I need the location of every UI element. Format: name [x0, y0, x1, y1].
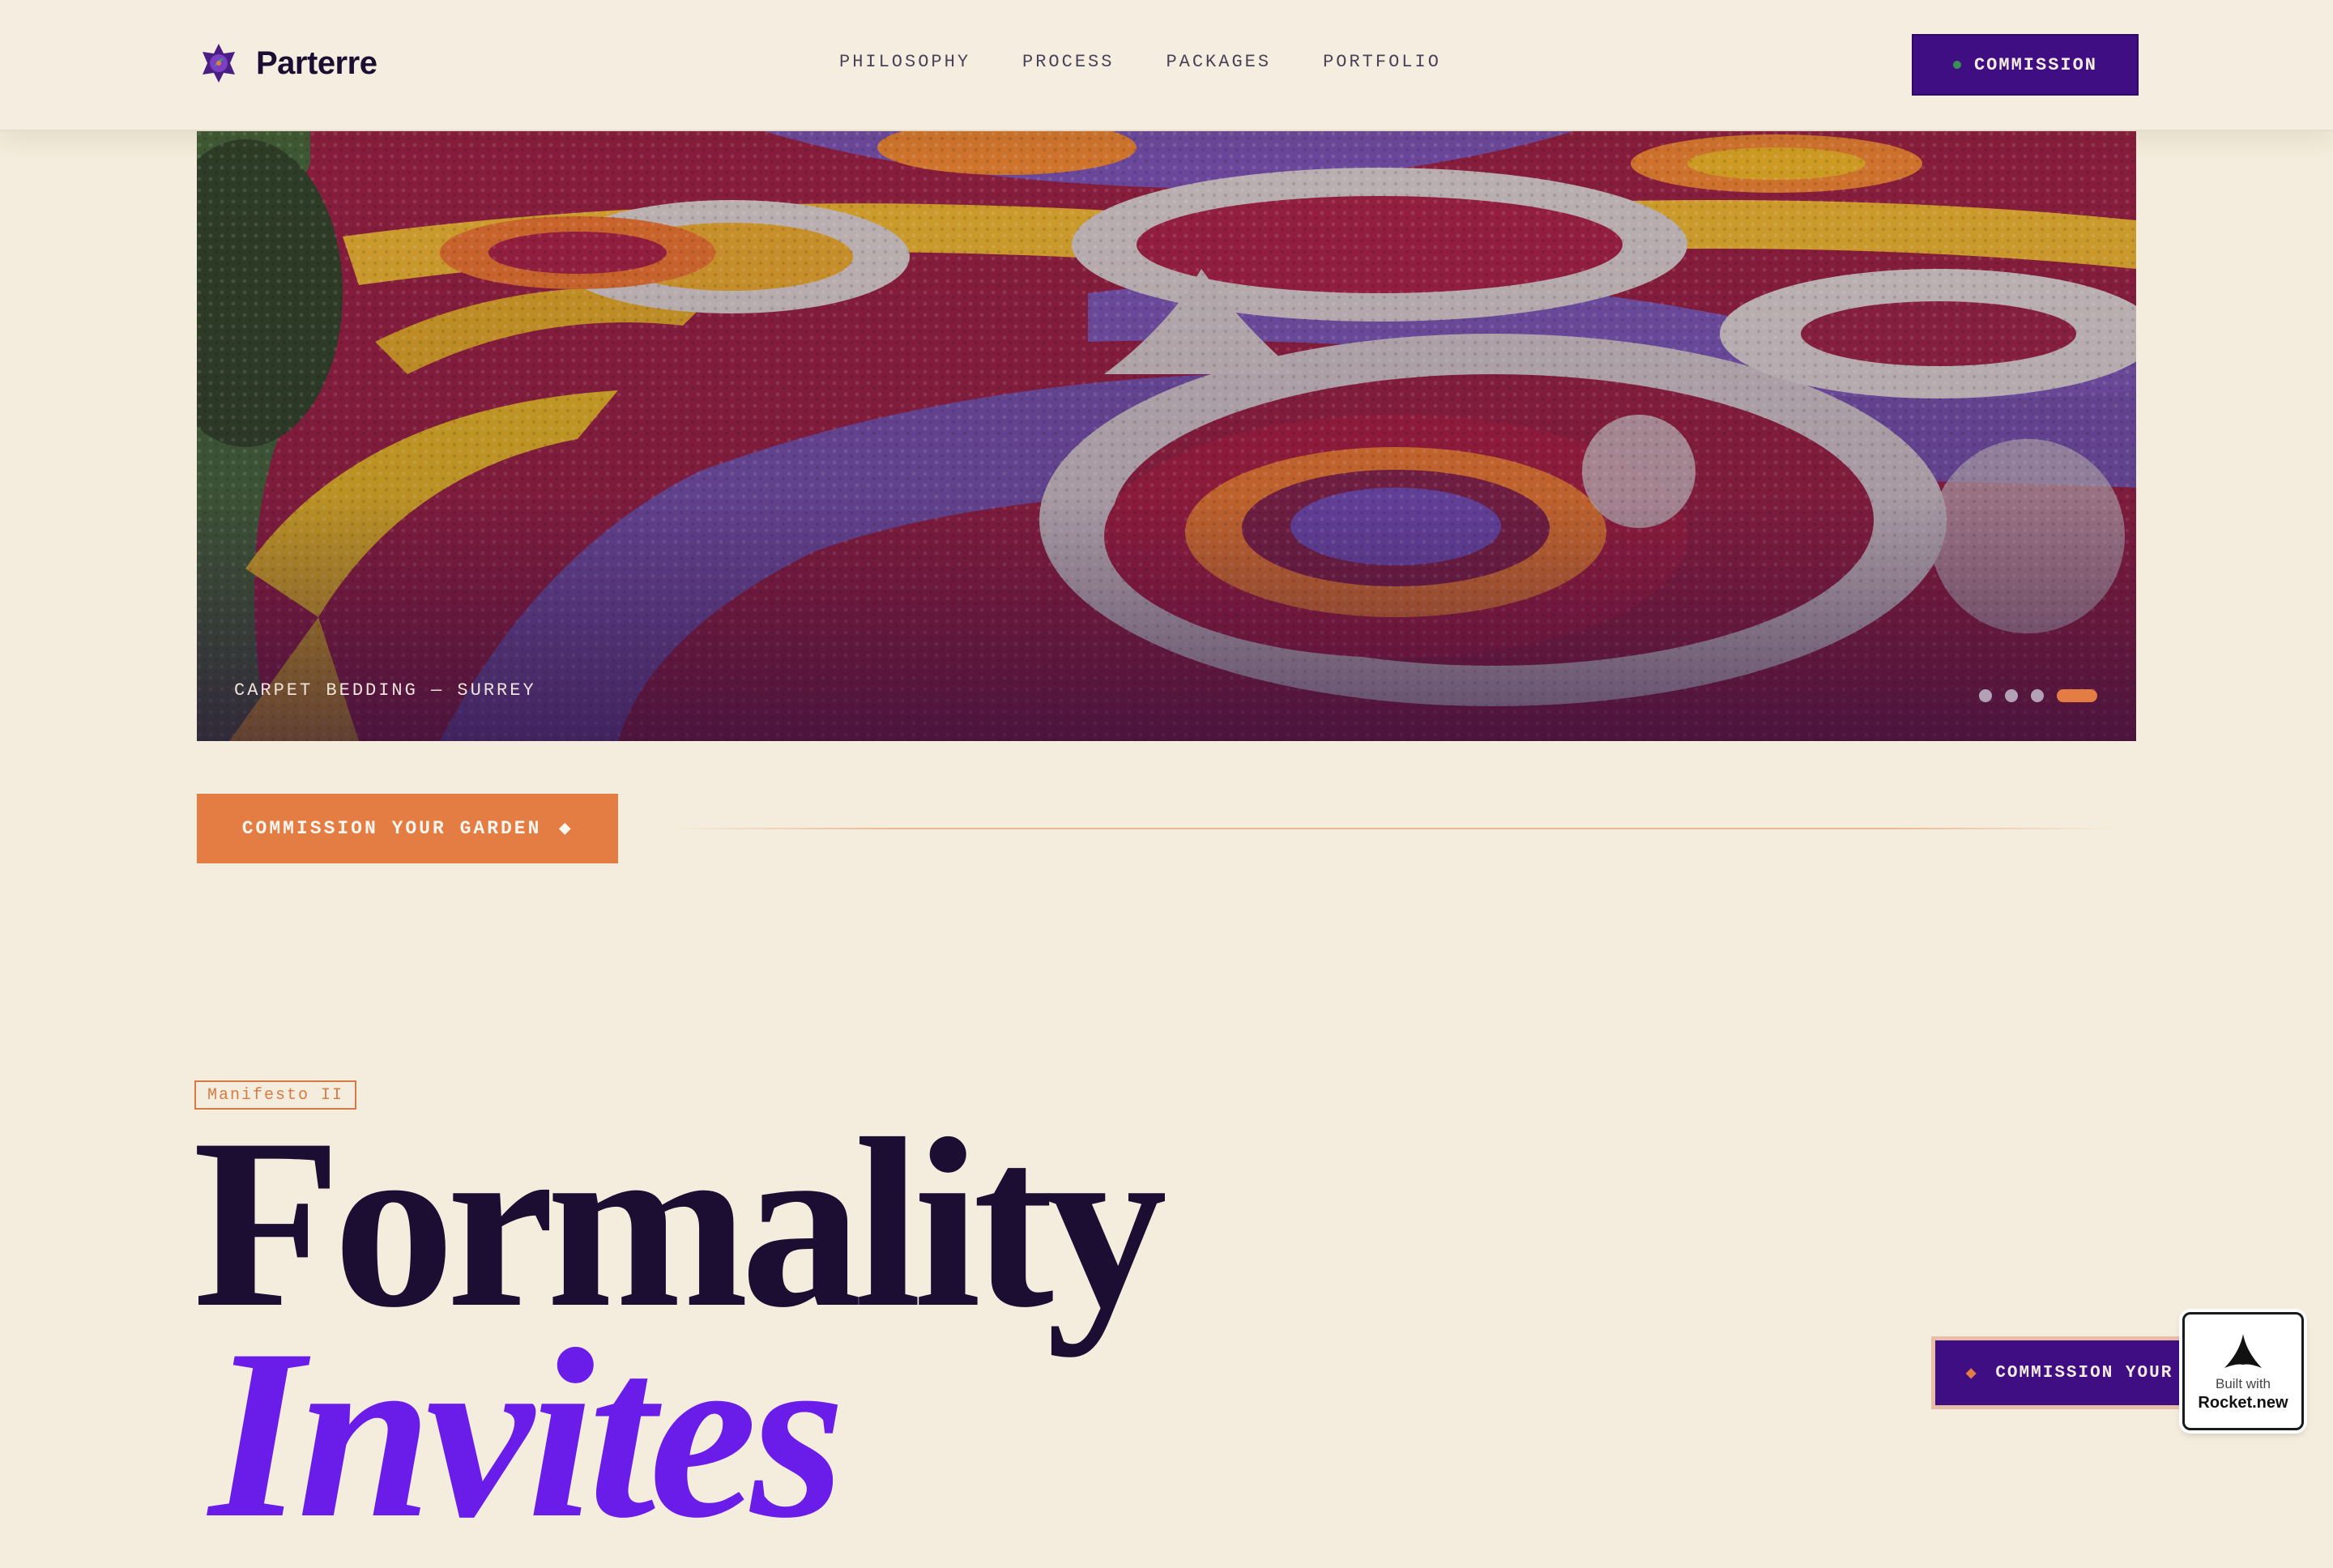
- headline-line-2: Invites: [209, 1299, 845, 1568]
- nav-packages[interactable]: PACKAGES: [1166, 52, 1271, 72]
- floating-commission-button[interactable]: ◆ COMMISSION YOUR GARDEN: [1931, 1336, 2207, 1409]
- commission-button-label: COMMISSION: [1973, 54, 2098, 75]
- brand-logo[interactable]: Parterre: [198, 42, 377, 84]
- built-with-rocket-badge[interactable]: Built with Rocket.new: [2182, 1312, 2304, 1430]
- commission-your-garden-button[interactable]: COMMISSION YOUR GARDEN ◆: [197, 794, 618, 863]
- carousel-dot-2[interactable]: [2005, 689, 2018, 702]
- brand-name: Parterre: [256, 45, 377, 81]
- diamond-icon: ◆: [559, 821, 574, 837]
- nav-portfolio[interactable]: PORTFOLIO: [1323, 52, 1441, 72]
- hero-caption: CARPET BEDDING — SURREY: [234, 680, 536, 701]
- floating-commission-label: COMMISSION YOUR GARDEN: [1995, 1363, 2203, 1383]
- carousel-dots: [1966, 689, 2097, 702]
- main-nav: PHILOSOPHY PROCESS PACKAGES PORTFOLIO: [839, 52, 1493, 72]
- diamond-icon: ◆: [1966, 1366, 1978, 1381]
- site-header: Parterre PHILOSOPHY PROCESS PACKAGES POR…: [0, 0, 2333, 131]
- commission-your-garden-label: COMMISSION YOUR GARDEN: [241, 818, 542, 839]
- badge-built-with: Built with: [2215, 1376, 2271, 1391]
- carousel-dot-3[interactable]: [2031, 689, 2044, 702]
- parterre-logo-icon: [203, 44, 235, 83]
- nav-process[interactable]: PROCESS: [1022, 52, 1114, 72]
- divider-rule: [672, 828, 2114, 829]
- hero-carousel[interactable]: CARPET BEDDING — SURREY: [197, 131, 2136, 741]
- carousel-dot-1[interactable]: [1979, 689, 1992, 702]
- flower-parterre-image: [197, 131, 2136, 741]
- badge-rocket-new: Rocket.new: [2198, 1394, 2288, 1412]
- status-dot-icon: [1952, 61, 1961, 69]
- nav-philosophy[interactable]: PHILOSOPHY: [839, 52, 970, 72]
- commission-button[interactable]: COMMISSION: [1912, 34, 2139, 96]
- rocket-logo-icon: [2224, 1334, 2262, 1368]
- carousel-dot-4-active[interactable]: [2057, 689, 2097, 702]
